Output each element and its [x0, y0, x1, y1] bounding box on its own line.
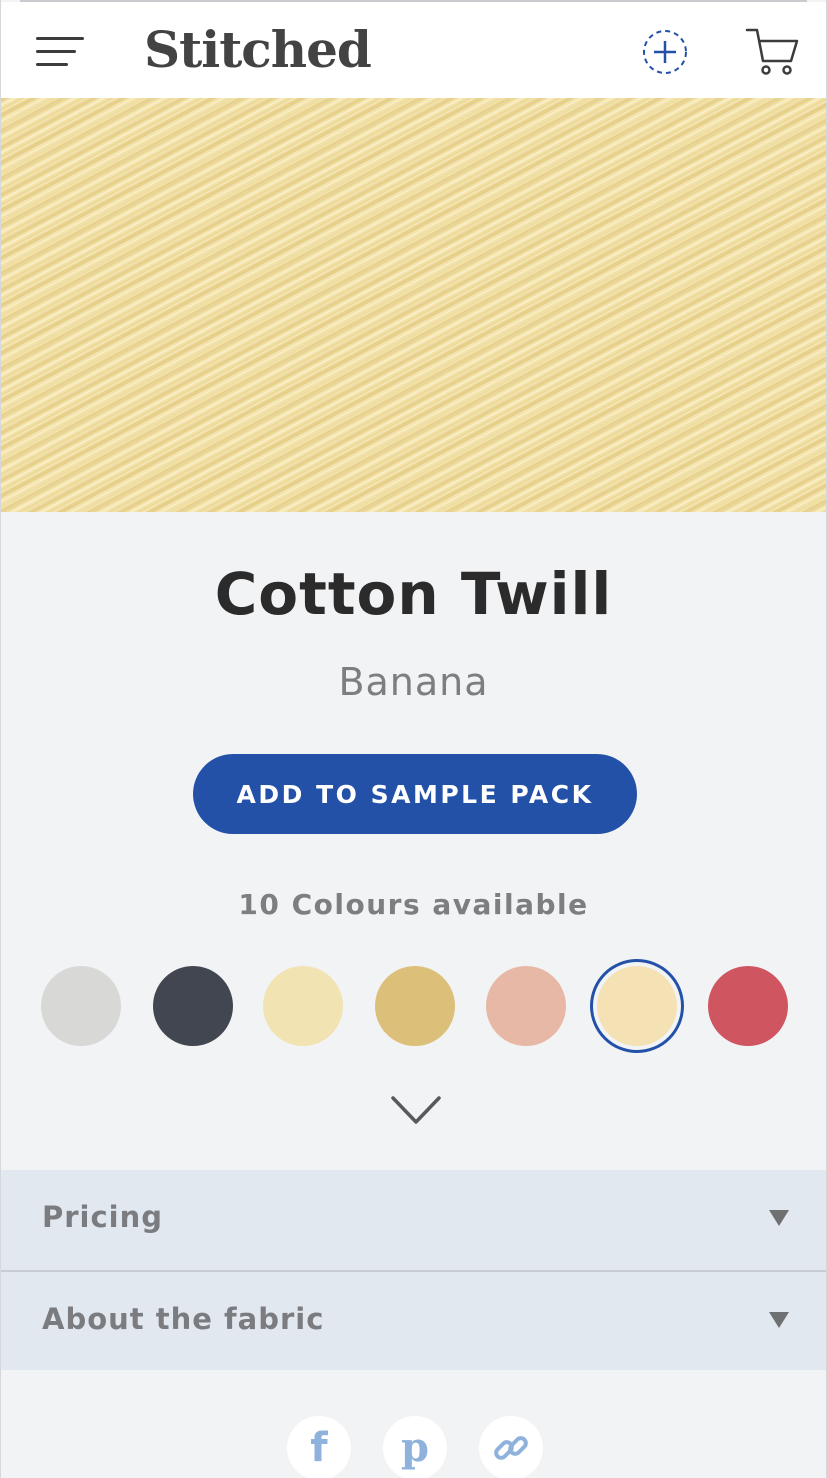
- add-to-sample-pack-button[interactable]: ADD TO SAMPLE PACK: [193, 754, 637, 834]
- accordion-pricing-label: Pricing: [42, 1200, 164, 1234]
- accordion-pricing[interactable]: Pricing: [0, 1170, 827, 1270]
- stitched-logo[interactable]: Stitched: [144, 20, 372, 80]
- colour-swatch[interactable]: [486, 966, 566, 1046]
- fabric-hero-image: [0, 98, 827, 512]
- pinterest-share-button[interactable]: p: [383, 1416, 447, 1478]
- chevron-down-icon[interactable]: [390, 1094, 442, 1126]
- cart-icon[interactable]: [745, 27, 799, 77]
- colour-swatch[interactable]: [153, 966, 233, 1046]
- facebook-icon: f: [310, 1425, 328, 1471]
- link-icon: [494, 1436, 528, 1460]
- page-border-left: [0, 0, 1, 1478]
- caret-down-icon: [769, 1210, 789, 1226]
- colours-available-label: 10 Colours available: [238, 888, 589, 921]
- sample-pack-add-icon[interactable]: [642, 29, 688, 75]
- colour-swatch[interactable]: [708, 966, 788, 1046]
- pinterest-icon: p: [401, 1424, 429, 1471]
- accordion-about-fabric[interactable]: About the fabric: [0, 1272, 827, 1370]
- copy-link-button[interactable]: [479, 1416, 543, 1478]
- product-title: Cotton Twill: [214, 560, 613, 628]
- colour-swatch[interactable]: [263, 966, 343, 1046]
- site-header: Stitched: [0, 2, 827, 98]
- colour-swatch[interactable]: [597, 966, 677, 1046]
- menu-icon[interactable]: [36, 34, 84, 70]
- caret-down-icon: [769, 1312, 789, 1328]
- facebook-share-button[interactable]: f: [287, 1416, 351, 1478]
- colour-swatch[interactable]: [41, 966, 121, 1046]
- colour-name: Banana: [338, 660, 489, 704]
- accordion-about-fabric-label: About the fabric: [42, 1302, 325, 1336]
- product-page: Stitched Cotton Twill Banana ADD TO SAMP…: [0, 0, 827, 1478]
- colour-swatch[interactable]: [375, 966, 455, 1046]
